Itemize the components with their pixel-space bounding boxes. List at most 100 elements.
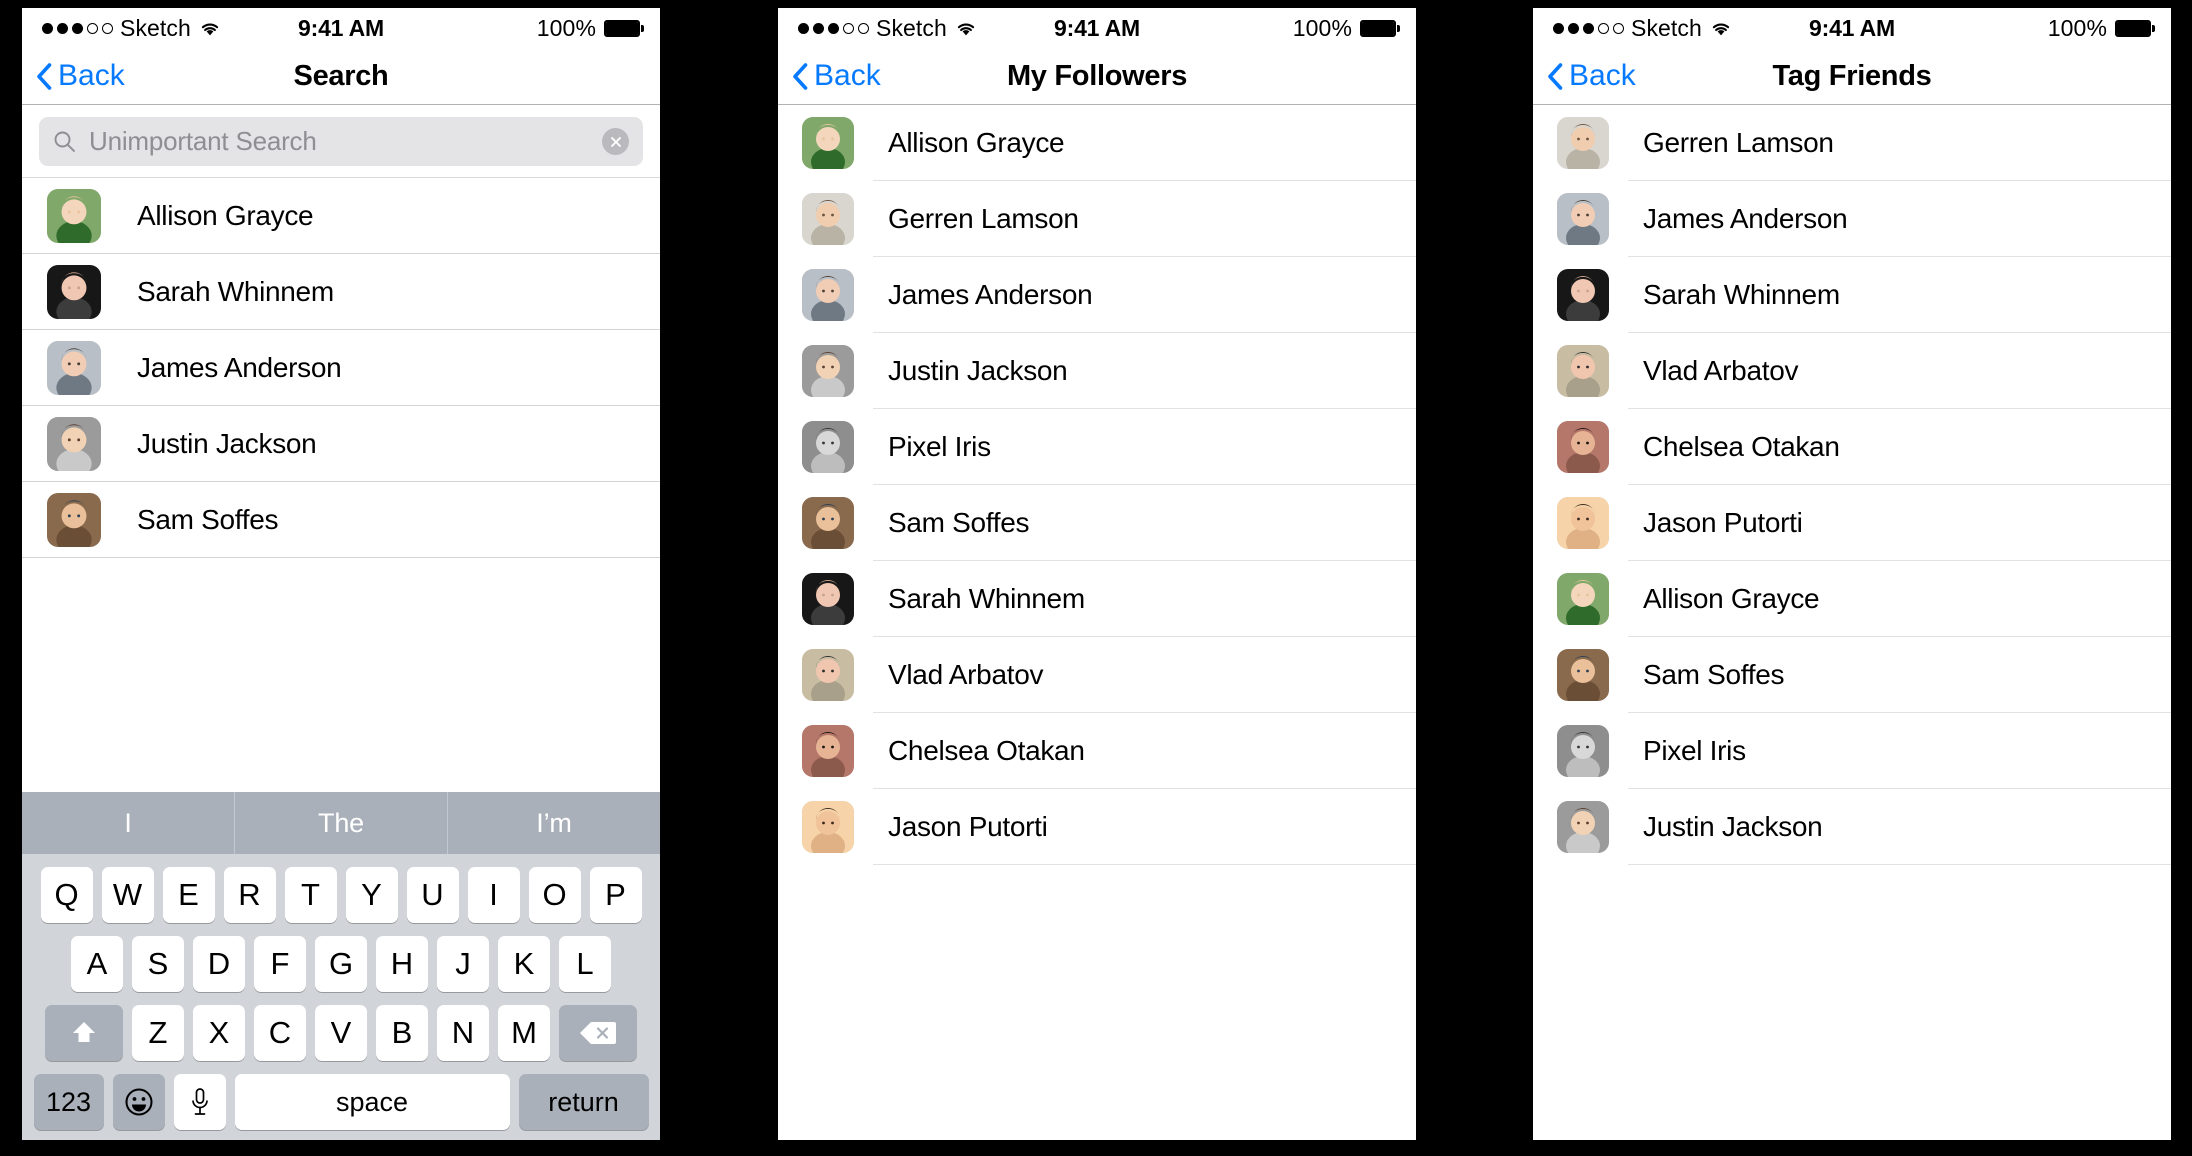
- clear-search-button[interactable]: [602, 128, 629, 155]
- list-item-name: Sarah Whinnem: [137, 276, 334, 307]
- list-item[interactable]: Vlad Arbatov: [778, 637, 1416, 713]
- back-button[interactable]: Back: [22, 61, 125, 91]
- key-x[interactable]: X: [193, 1005, 245, 1061]
- list-item[interactable]: James Anderson: [1533, 181, 2171, 257]
- list-item[interactable]: Allison Grayce: [778, 105, 1416, 181]
- back-button[interactable]: Back: [778, 61, 881, 91]
- avatar-james-anderson: [47, 341, 101, 395]
- list-item-name: Pixel Iris: [888, 431, 991, 462]
- list-item-name: Sarah Whinnem: [1643, 279, 1840, 310]
- avatar-justin-jackson: [47, 417, 101, 471]
- list-item-name: Justin Jackson: [888, 355, 1068, 386]
- list-item[interactable]: Allison Grayce: [1533, 561, 2171, 637]
- key-v[interactable]: V: [315, 1005, 367, 1061]
- status-bar-right: 100%: [1292, 14, 1400, 42]
- key-w[interactable]: W: [101, 867, 154, 923]
- list-item[interactable]: Allison Grayce: [22, 178, 660, 254]
- key-c[interactable]: C: [254, 1005, 306, 1061]
- navigation-bar: Back Search: [22, 48, 660, 105]
- key-z[interactable]: Z: [132, 1005, 184, 1061]
- key-d[interactable]: D: [193, 936, 245, 992]
- key-p[interactable]: P: [589, 867, 642, 923]
- list-item[interactable]: Pixel Iris: [778, 409, 1416, 485]
- keyboard-row-2: ASDFGHJKL: [29, 936, 653, 992]
- list-item[interactable]: Sam Soffes: [1533, 637, 2171, 713]
- search-input[interactable]: Unimportant Search: [39, 117, 643, 166]
- prediction-candidate[interactable]: I’m: [447, 792, 660, 854]
- list-item[interactable]: Vlad Arbatov: [1533, 333, 2171, 409]
- carrier-label: Sketch: [120, 14, 191, 41]
- numbers-key[interactable]: 123: [33, 1074, 104, 1130]
- list-item-name: James Anderson: [1643, 203, 1848, 234]
- key-q[interactable]: Q: [40, 867, 93, 923]
- list-item[interactable]: Jason Putorti: [778, 789, 1416, 865]
- key-l[interactable]: L: [559, 936, 611, 992]
- key-j[interactable]: J: [437, 936, 489, 992]
- battery-percent-label: 100%: [2047, 14, 2107, 41]
- list-item[interactable]: Chelsea Otakan: [778, 713, 1416, 789]
- list-item[interactable]: Chelsea Otakan: [1533, 409, 2171, 485]
- dictation-key[interactable]: [173, 1074, 226, 1130]
- list-item[interactable]: Gerren Lamson: [778, 181, 1416, 257]
- tag-friends-list: Gerren Lamson James Anderson Sarah Whinnem…: [1533, 105, 2171, 865]
- list-item[interactable]: Justin Jackson: [778, 333, 1416, 409]
- search-placeholder-text: Unimportant Search: [89, 126, 317, 156]
- wifi-icon: [201, 23, 219, 36]
- list-item[interactable]: James Anderson: [22, 330, 660, 406]
- key-u[interactable]: U: [406, 867, 459, 923]
- list-item[interactable]: Jason Putorti: [1533, 485, 2171, 561]
- key-n[interactable]: N: [437, 1005, 489, 1061]
- list-item[interactable]: Sarah Whinnem: [778, 561, 1416, 637]
- key-f[interactable]: F: [254, 936, 306, 992]
- delete-key[interactable]: [559, 1005, 637, 1061]
- avatar-sarah-whinnem: [47, 265, 101, 319]
- status-bar-right: 100%: [2047, 14, 2155, 42]
- screenshot-stage: Sketch 9:41 AM 100% Back Search Unimport…: [0, 0, 2192, 1156]
- list-item[interactable]: Sarah Whinnem: [1533, 257, 2171, 333]
- key-r[interactable]: R: [223, 867, 276, 923]
- key-k[interactable]: K: [498, 936, 550, 992]
- key-b[interactable]: B: [376, 1005, 428, 1061]
- keyboard-row-1: QWERTYUIOP: [29, 867, 653, 923]
- backspace-delete-icon: [580, 1022, 616, 1044]
- key-y[interactable]: Y: [345, 867, 398, 923]
- list-item[interactable]: Gerren Lamson: [1533, 105, 2171, 181]
- list-item-name: James Anderson: [137, 352, 342, 383]
- key-s[interactable]: S: [132, 936, 184, 992]
- avatar-justin-jackson: [1557, 801, 1609, 853]
- keyboard-rows: QWERTYUIOP ASDFGHJKL ZXCVBNM 123 space r…: [22, 854, 660, 1140]
- list-item[interactable]: Sarah Whinnem: [22, 254, 660, 330]
- key-a[interactable]: A: [71, 936, 123, 992]
- key-t[interactable]: T: [284, 867, 337, 923]
- prediction-candidate[interactable]: The: [234, 792, 447, 854]
- list-item-name: Sam Soffes: [137, 504, 279, 535]
- return-key[interactable]: return: [518, 1074, 649, 1130]
- battery-percent-label: 100%: [1292, 14, 1352, 41]
- list-item-name: Allison Grayce: [1643, 583, 1820, 614]
- carrier-label: Sketch: [1631, 14, 1702, 41]
- avatar-jason-putorti: [1557, 497, 1609, 549]
- list-item[interactable]: Justin Jackson: [22, 406, 660, 482]
- list-item[interactable]: James Anderson: [778, 257, 1416, 333]
- list-item-name: Justin Jackson: [1643, 811, 1823, 842]
- list-item[interactable]: Sam Soffes: [778, 485, 1416, 561]
- key-i[interactable]: I: [467, 867, 520, 923]
- emoji-smiley-icon: [125, 1088, 152, 1116]
- key-e[interactable]: E: [162, 867, 215, 923]
- status-bar: Sketch 9:41 AM 100%: [778, 8, 1416, 48]
- key-g[interactable]: G: [315, 936, 367, 992]
- emoji-key[interactable]: [112, 1074, 165, 1130]
- avatar-vlad-arbatov: [802, 649, 854, 701]
- space-key[interactable]: space: [234, 1074, 510, 1130]
- back-button[interactable]: Back: [1533, 61, 1636, 91]
- list-item[interactable]: Sam Soffes: [22, 482, 660, 558]
- back-button-label: Back: [58, 59, 125, 92]
- key-m[interactable]: M: [498, 1005, 550, 1061]
- key-h[interactable]: H: [376, 936, 428, 992]
- avatar-sam-soffes: [47, 493, 101, 547]
- prediction-candidate[interactable]: I: [22, 792, 234, 854]
- list-item[interactable]: Justin Jackson: [1533, 789, 2171, 865]
- shift-key[interactable]: [45, 1005, 123, 1061]
- list-item[interactable]: Pixel Iris: [1533, 713, 2171, 789]
- key-o[interactable]: O: [528, 867, 581, 923]
